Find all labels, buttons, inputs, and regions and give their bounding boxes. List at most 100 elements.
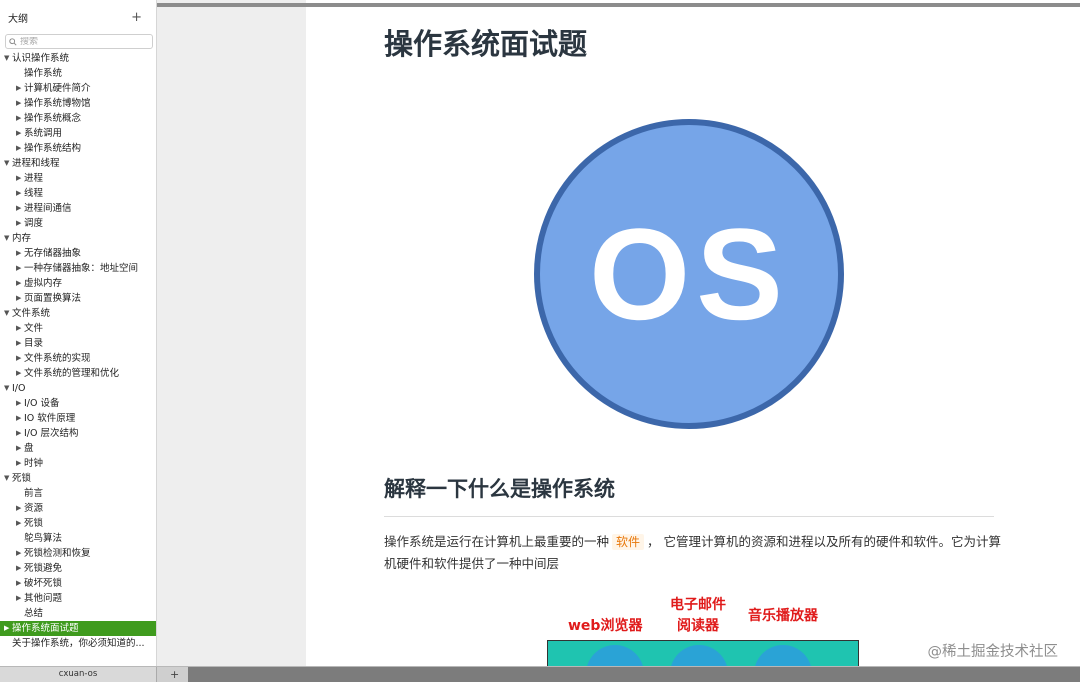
figure-label-browser: web浏览器 xyxy=(568,618,643,634)
os-logo-image: OS xyxy=(534,119,844,429)
outline-item[interactable]: ▶ 一种存储器抽象：地址空间 xyxy=(0,261,156,276)
caret-right-icon[interactable]: ▶ xyxy=(16,561,21,576)
outline-item[interactable]: ▼ 死锁 xyxy=(0,471,156,486)
outline-item-label: 死锁 xyxy=(24,518,44,529)
caret-right-icon[interactable]: ▶ xyxy=(4,621,9,636)
caret-right-icon[interactable]: ▶ xyxy=(16,396,21,411)
outline-item[interactable]: ▶ IO 软件原理 xyxy=(0,411,156,426)
caret-right-icon[interactable]: ▶ xyxy=(16,246,21,261)
outline-item[interactable]: 操作系统 xyxy=(0,66,156,81)
outline-item[interactable]: 关于操作系统，你必须知道的... xyxy=(0,636,156,651)
caret-right-icon[interactable]: ▶ xyxy=(16,141,21,156)
outline-item[interactable]: ▶ 其他问题 xyxy=(0,591,156,606)
caret-right-icon[interactable]: ▶ xyxy=(16,441,21,456)
outline-item[interactable]: ▼ 内存 xyxy=(0,231,156,246)
outline-item-label: 一种存储器抽象：地址空间 xyxy=(24,263,139,274)
page-title: 操作系统面试题 xyxy=(384,27,588,61)
left-gutter xyxy=(157,0,306,666)
outline-item[interactable]: ▶ 操作系统面试题 xyxy=(0,621,156,636)
outline-item[interactable]: ▶ I/O 层次结构 xyxy=(0,426,156,441)
outline-item[interactable]: ▶ 进程间通信 xyxy=(0,201,156,216)
outline-header: 大纲 + xyxy=(0,0,156,34)
caret-right-icon[interactable]: ▶ xyxy=(16,516,21,531)
outline-item[interactable]: ▶ 破坏死锁 xyxy=(0,576,156,591)
caret-down-icon[interactable]: ▼ xyxy=(4,471,9,486)
outline-item[interactable]: ▼ 进程和线程 xyxy=(0,156,156,171)
outline-item[interactable]: ▼ 认识操作系统 xyxy=(0,51,156,66)
outline-item[interactable]: ▶ 进程 xyxy=(0,171,156,186)
outline-item[interactable]: ▶ 系统调用 xyxy=(0,126,156,141)
outline-item-label: 线程 xyxy=(24,188,44,199)
caret-right-icon[interactable]: ▶ xyxy=(16,351,21,366)
caret-down-icon[interactable]: ▼ xyxy=(4,306,9,321)
caret-down-icon[interactable]: ▼ xyxy=(4,51,9,66)
outline-item[interactable]: ▶ 操作系统结构 xyxy=(0,141,156,156)
caret-down-icon[interactable]: ▼ xyxy=(4,231,9,246)
figure-diagram xyxy=(547,640,859,666)
caret-right-icon[interactable]: ▶ xyxy=(16,456,21,471)
caret-right-icon[interactable]: ▶ xyxy=(16,576,21,591)
file-tab-cxuan-os[interactable]: cxuan-os xyxy=(0,667,157,682)
caret-right-icon[interactable]: ▶ xyxy=(16,81,21,96)
outline-item[interactable]: ▶ 资源 xyxy=(0,501,156,516)
outline-item-label: 文件系统的管理和优化 xyxy=(24,368,120,379)
outline-item[interactable]: ▶ 页面置换算法 xyxy=(0,291,156,306)
outline-item[interactable]: ▶ 计算机硬件简介 xyxy=(0,81,156,96)
caret-right-icon[interactable]: ▶ xyxy=(16,216,21,231)
caret-right-icon[interactable]: ▶ xyxy=(16,186,21,201)
outline-item[interactable]: ▶ 操作系统博物馆 xyxy=(0,96,156,111)
outline-item[interactable]: 总结 xyxy=(0,606,156,621)
outline-item[interactable]: ▶ 调度 xyxy=(0,216,156,231)
outline-item[interactable]: ▶ 无存储器抽象 xyxy=(0,246,156,261)
caret-right-icon[interactable]: ▶ xyxy=(16,591,21,606)
outline-item[interactable]: ▶ 时钟 xyxy=(0,456,156,471)
caret-right-icon[interactable]: ▶ xyxy=(16,171,21,186)
add-tab-button[interactable]: + xyxy=(170,667,179,682)
outline-item[interactable]: ▶ 盘 xyxy=(0,441,156,456)
heading-divider xyxy=(384,516,994,517)
caret-right-icon[interactable]: ▶ xyxy=(16,336,21,351)
caret-down-icon[interactable]: ▼ xyxy=(4,381,9,396)
caret-right-icon[interactable]: ▶ xyxy=(16,366,21,381)
outline-search-input[interactable] xyxy=(20,36,140,47)
outline-item[interactable]: ▶ 死锁 xyxy=(0,516,156,531)
outline-item[interactable]: ▶ 死锁检测和恢复 xyxy=(0,546,156,561)
caret-right-icon[interactable]: ▶ xyxy=(16,261,21,276)
caret-right-icon[interactable]: ▶ xyxy=(16,276,21,291)
os-logo-text: OS xyxy=(589,201,789,347)
outline-item-label: 计算机硬件简介 xyxy=(24,83,91,94)
caret-right-icon[interactable]: ▶ xyxy=(16,411,21,426)
outline-item[interactable]: ▶ 死锁避免 xyxy=(0,561,156,576)
outline-item-label: 操作系统面试题 xyxy=(12,623,79,634)
caret-right-icon[interactable]: ▶ xyxy=(16,126,21,141)
outline-item[interactable]: ▶ 文件系统的管理和优化 xyxy=(0,366,156,381)
outline-item-label: 系统调用 xyxy=(24,128,63,139)
outline-item[interactable]: ▶ 线程 xyxy=(0,186,156,201)
caret-right-icon[interactable]: ▶ xyxy=(16,546,21,561)
outline-item-label: 死锁 xyxy=(12,473,32,484)
outline-item[interactable]: ▶ 目录 xyxy=(0,336,156,351)
outline-item[interactable]: ▼ 文件系统 xyxy=(0,306,156,321)
intro-paragraph: 操作系统是运行在计算机上最重要的一种 软件， 它管理计算机的资源和进程以及所有的硬… xyxy=(384,531,1004,574)
paragraph-text-start: 操作系统是运行在计算机上最重要的一种 xyxy=(384,534,610,549)
outline-item[interactable]: ▶ 文件系统的实现 xyxy=(0,351,156,366)
outline-item[interactable]: ▼ I/O xyxy=(0,381,156,396)
caret-right-icon[interactable]: ▶ xyxy=(16,96,21,111)
caret-right-icon[interactable]: ▶ xyxy=(16,501,21,516)
caret-right-icon[interactable]: ▶ xyxy=(16,201,21,216)
outline-item-label: 进程和线程 xyxy=(12,158,60,169)
caret-down-icon[interactable]: ▼ xyxy=(4,156,9,171)
add-outline-button[interactable]: + xyxy=(131,11,142,24)
outline-item-label: I/O 设备 xyxy=(24,398,60,409)
outline-item[interactable]: 鸵鸟算法 xyxy=(0,531,156,546)
outline-item[interactable]: ▶ 文件 xyxy=(0,321,156,336)
document-view[interactable]: 操作系统面试题 OS 解释一下什么是操作系统 操作系统是运行在计算机上最重要的一… xyxy=(306,7,1080,666)
outline-item[interactable]: ▶ 虚拟内存 xyxy=(0,276,156,291)
caret-right-icon[interactable]: ▶ xyxy=(16,426,21,441)
outline-item[interactable]: 前言 xyxy=(0,486,156,501)
caret-right-icon[interactable]: ▶ xyxy=(16,291,21,306)
caret-right-icon[interactable]: ▶ xyxy=(16,111,21,126)
outline-item[interactable]: ▶ 操作系统概念 xyxy=(0,111,156,126)
outline-item[interactable]: ▶ I/O 设备 xyxy=(0,396,156,411)
caret-right-icon[interactable]: ▶ xyxy=(16,321,21,336)
